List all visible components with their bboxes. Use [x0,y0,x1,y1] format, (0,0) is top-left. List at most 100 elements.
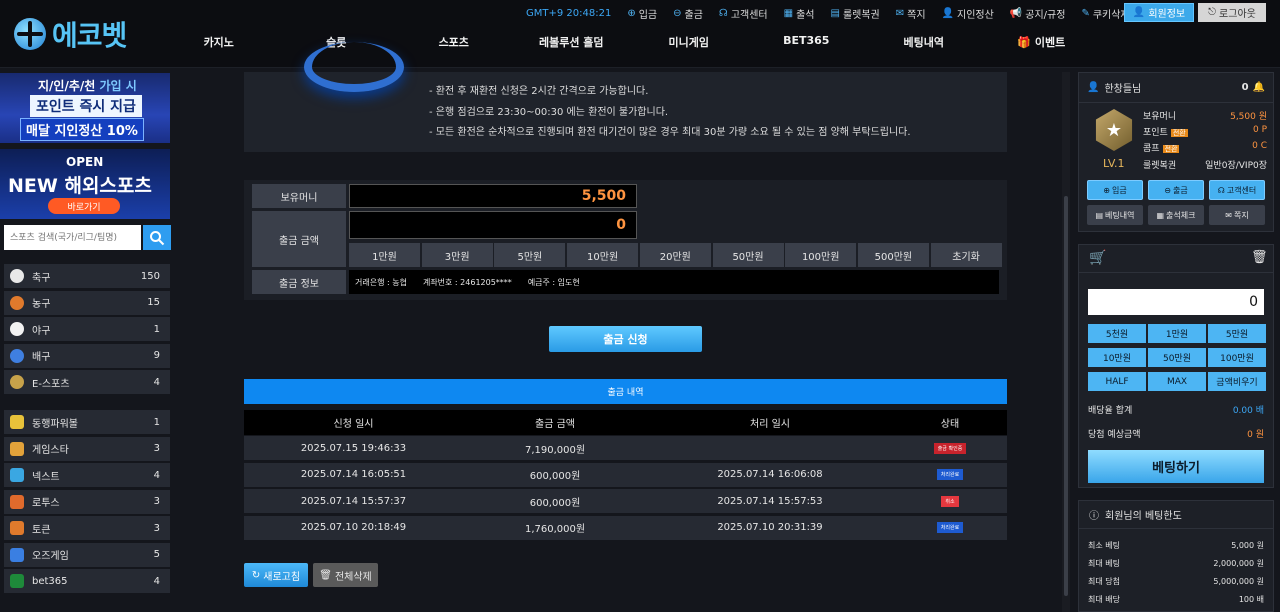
amount-button[interactable]: 100만원 [785,243,857,267]
bell-icon[interactable]: 🔔 [1253,82,1265,93]
limit-label: 최소 베팅 [1088,541,1120,550]
top-link-deposit[interactable]: ⊕ 입금 [627,6,657,21]
nav-event[interactable]: 🎁 이벤트 [983,34,1101,52]
game-item[interactable]: bet365 4 [4,569,170,593]
sport-item[interactable]: E-스포츠 4 [4,370,170,394]
top-link-label: 공지/규정 [1025,9,1066,21]
bet-chip[interactable]: 5천원 [1088,324,1146,343]
game-item[interactable]: 동행파워볼 1 [4,410,170,434]
comp-convert-button[interactable]: 전환 [1162,145,1180,153]
game-item[interactable]: 토큰 3 [4,516,170,540]
user-button-headset[interactable]: ☊ 고객센터 [1209,180,1265,200]
sport-count: 150 [140,270,160,282]
refresh-button[interactable]: ↻ 새로고침 [244,563,308,587]
bet-amount-input[interactable]: 0 [1088,289,1264,315]
sport-item[interactable]: 농구 15 [4,290,170,315]
sports-search-input[interactable] [4,225,141,250]
sport-icon [10,295,24,310]
bet-chip[interactable]: 50만원 [1148,348,1206,367]
point-value: 0 P [1252,125,1267,135]
bet-chip[interactable]: 10만원 [1088,348,1146,367]
calendar-icon: ▦ [1156,210,1165,220]
logout-button[interactable]: ⎋ 로그아웃 [1198,3,1266,22]
sport-icon [10,322,24,336]
top-link-messages[interactable]: ✉ 쪽지 [896,6,926,21]
sport-item[interactable]: 야구 1 [4,317,170,341]
nav-minigame[interactable]: 미니게임 [630,34,748,52]
sport-item[interactable]: 축구 150 [4,264,170,288]
search-button[interactable] [143,225,171,250]
top-link-attendance[interactable]: ▦ 출석 [784,6,815,21]
sport-name: 배구 [32,352,51,363]
user-button-calendar[interactable]: ▦ 출석체크 [1148,205,1204,225]
expected-label: 당첨 예상금액 [1088,430,1141,440]
top-link-withdraw[interactable]: ⊖ 출금 [673,6,703,21]
top-link-notice[interactable]: 📢 공지/규정 [1010,6,1066,21]
top-link-clear-cookies[interactable]: ✎ 쿠키삭제 [1081,6,1129,21]
withdraw-submit-button[interactable]: 출금 신청 [549,326,702,352]
place-bet-button[interactable]: 베팅하기 [1088,450,1264,483]
game-item[interactable]: 넥스트 4 [4,463,170,487]
bet-chip[interactable]: 1만원 [1148,324,1206,343]
game-name: 오즈게임 [32,551,69,562]
nav-bet-history[interactable]: 베팅내역 [865,34,983,52]
top-link-support[interactable]: ☊ 고객센터 [719,6,768,21]
requested-time: 2025.07.15 19:46:33 [300,442,407,454]
top-link-roulette[interactable]: ▤ 룰렛복권 [830,6,879,21]
game-item[interactable]: 오즈게임 5 [4,542,170,567]
amount-button[interactable]: 20만원 [639,243,711,267]
banner-text: NEW [8,175,58,197]
top-link-referral[interactable]: 👤 지인정산 [942,6,994,21]
server-time: GMT+9 20:48:21 [526,7,612,19]
user-name: 한창들님 [1104,84,1142,95]
user-button-mail[interactable]: ✉ 쪽지 [1209,205,1265,225]
bet-chip[interactable]: 금액비우기 [1208,372,1266,391]
amount-button[interactable]: 10만원 [567,243,639,267]
limit-label: 최대 배당 [1088,595,1120,604]
table-row: 2025.07.15 19:46:33 7,190,000원 출금 확인중 [244,436,1007,461]
status-badge: 출금 확인중 [933,442,967,454]
user-button-list[interactable]: ▤ 베팅내역 [1087,205,1143,225]
bet-chip[interactable]: 5만원 [1208,324,1266,343]
game-count: 3 [153,522,160,534]
sport-name: 야구 [32,325,51,337]
bet-chip[interactable]: 100만원 [1208,348,1266,367]
amount-button[interactable]: 3만원 [421,243,493,267]
user-comp-row: 콤프 전환 0 C [1143,141,1267,154]
point-convert-button[interactable]: 전환 [1170,129,1188,137]
amount-button[interactable]: 500만원 [857,243,929,267]
scrollbar-thumb[interactable] [1064,196,1068,596]
overseas-sports-banner[interactable]: OPEN NEW 해외스포츠 바로가기 [0,149,170,219]
calendar-icon: ▦ [783,7,794,19]
nav-holdem[interactable]: 레볼루션 홀덤 [513,34,631,52]
delete-all-button[interactable]: 🗑 전체삭제 [313,563,378,587]
bet-chip[interactable]: MAX [1148,372,1206,391]
amount-button[interactable]: 초기화 [930,243,1002,267]
table-row: 2025.07.14 15:57:37 600,000원 2025.07.14 15… [244,489,1007,514]
game-icon [10,521,24,535]
game-item[interactable]: 로투스 3 [4,489,170,514]
site-logo[interactable]: 에코벳 [14,14,127,54]
nav-casino[interactable]: 카지노 [160,34,278,52]
sport-item[interactable]: 배구 9 [4,343,170,368]
user-button-withdraw[interactable]: ⊖ 출금 [1148,180,1204,200]
banner-go-button[interactable]: 바로가기 [48,198,120,214]
trash-icon[interactable]: 🗑 [1251,250,1268,265]
user-button-deposit[interactable]: ⊕ 입금 [1087,180,1143,200]
game-item[interactable]: 게임스타 3 [4,436,170,461]
referral-banner[interactable]: 지/인/추/천 가입 시 포인트 즉시 지급 매달 지인정산 10% [0,73,170,143]
nav-sports[interactable]: 스포츠 [395,34,513,52]
amount-button[interactable]: 50만원 [712,243,784,267]
amount-input[interactable]: 0 [349,211,637,239]
amount-button[interactable]: 1만원 [349,243,420,267]
game-icon [10,415,24,429]
status-cell: 출금 확인중 [893,436,1007,460]
member-info-button[interactable]: 👤 회원정보 [1124,3,1194,22]
amount-button[interactable]: 5만원 [494,243,566,267]
nav-bet365[interactable]: BET365 [748,34,866,52]
top-link-label: 출석 [796,9,815,21]
bet-limits-panel: ⓘ 회원님의 베팅한도 최소 베팅 5,000 원 최대 베팅 2,000,000 원… [1078,500,1274,612]
cart-icon: 🛒 [1089,250,1107,266]
bet-chip[interactable]: HALF [1088,372,1146,391]
game-name: 토큰 [32,524,51,536]
